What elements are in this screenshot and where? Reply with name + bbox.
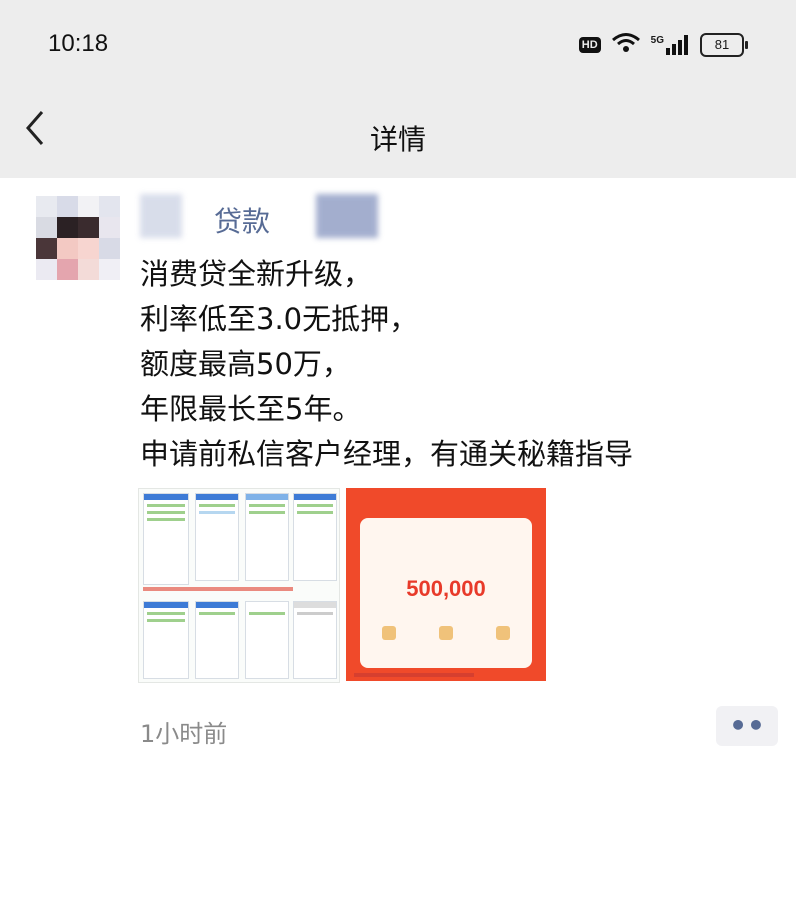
avatar[interactable] — [36, 196, 120, 280]
offer-icons — [360, 626, 532, 640]
name-redaction-left — [140, 194, 182, 238]
wifi-icon — [611, 32, 641, 58]
loan-offer-card: 500,000 — [360, 518, 532, 668]
post-image-2[interactable]: 500,000 — [346, 488, 546, 681]
loan-amount: 500,000 — [406, 576, 486, 601]
battery-icon: 81 — [700, 33, 748, 57]
network-label: 5G — [650, 35, 664, 46]
nav-bar: 详情 — [0, 92, 796, 178]
post-timestamp: 1小时前 — [140, 720, 228, 748]
status-time: 10:18 — [48, 30, 109, 57]
page-title: 详情 — [369, 123, 426, 156]
status-bar: 10:18 HD 5G 81 — [0, 0, 796, 92]
status-icons: HD 5G 81 — [578, 32, 748, 58]
image-caption-bar — [354, 673, 474, 677]
author-name[interactable]: 贷款 — [214, 200, 270, 240]
post-images: 500,000 — [138, 488, 546, 683]
post-image-1[interactable] — [138, 488, 340, 683]
signal-icon: 5G — [651, 35, 690, 55]
more-button[interactable]: •• — [716, 706, 778, 746]
post-text: 消费贷全新升级， 利率低至3.0无抵押， 额度最高50万， 年限最长至5年。 申… — [140, 257, 634, 471]
name-redaction-right — [316, 194, 378, 238]
hd-icon: HD — [578, 37, 601, 53]
